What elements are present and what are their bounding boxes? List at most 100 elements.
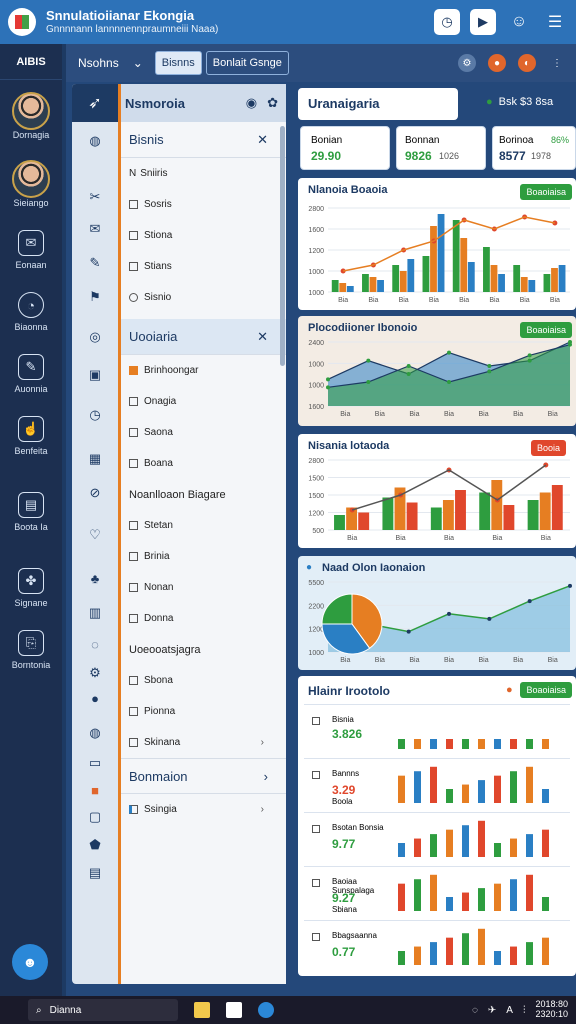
edit-icon[interactable]: ✎ (86, 254, 104, 272)
rail-item-2[interactable]: ✉ Eonaan (0, 230, 62, 270)
kpi-card[interactable]: Bonian 29.90 (300, 126, 390, 170)
row-checkbox[interactable] (312, 771, 320, 779)
list-item[interactable]: Sosris (121, 189, 286, 220)
rail-item-8[interactable]: ⎘ Borntonia (0, 630, 62, 670)
browser-icon[interactable] (258, 1002, 274, 1018)
list-item[interactable]: Sisnio (121, 282, 286, 313)
rail-item-1[interactable]: Sieiango (0, 160, 62, 208)
badge-icon[interactable]: ● (86, 690, 104, 708)
mail-icon[interactable]: ✉ (86, 220, 104, 238)
volume-icon[interactable]: ⫶ (523, 1005, 526, 1016)
row-checkbox[interactable] (312, 717, 320, 725)
list-item[interactable]: Donna (121, 603, 286, 634)
list-item[interactable]: Skinana › (121, 727, 286, 758)
store-icon[interactable] (226, 1002, 242, 1018)
notification-icon[interactable]: ☺ (506, 9, 532, 35)
scrollbar[interactable] (280, 126, 285, 366)
list-item[interactable]: N Sniiris (121, 158, 286, 189)
refresh-icon[interactable]: ◍ (86, 724, 104, 742)
checkbox[interactable] (129, 521, 138, 530)
list-item[interactable]: Onagia (121, 386, 286, 417)
chevron-right-icon[interactable]: › (261, 737, 264, 748)
clock[interactable]: 2018:80 2320:10 (535, 999, 568, 1020)
workspace-select[interactable]: Nsohns (78, 56, 119, 70)
rail-item-5[interactable]: ☝ Benfeita (0, 416, 62, 456)
checkbox[interactable] (129, 805, 138, 814)
checkbox[interactable] (129, 707, 138, 716)
tab-business[interactable]: Bisnns (154, 51, 202, 75)
close-icon[interactable]: ✕ (257, 132, 268, 148)
checkbox[interactable] (129, 552, 138, 561)
checkbox[interactable] (129, 614, 138, 623)
list-item[interactable]: Sbona (121, 665, 286, 696)
menu-icon[interactable]: ☰ (542, 9, 568, 35)
rail-item-0[interactable]: Dornagia (0, 92, 62, 140)
options-icon[interactable]: ✿ (267, 95, 278, 111)
list-item[interactable]: Stetan (121, 510, 286, 541)
people-icon[interactable]: ♣ (86, 570, 104, 588)
tab-report[interactable]: Bonlait Gsnge (205, 51, 289, 75)
row-checkbox[interactable] (312, 933, 320, 941)
list-item[interactable]: Stiona (121, 220, 286, 251)
orange-icon[interactable]: ■ (86, 782, 104, 800)
rail-item-6[interactable]: ▤ Boota Ia (0, 492, 62, 532)
time-icon[interactable]: ◷ (86, 406, 104, 424)
kpi-card[interactable]: Borinoa 86% 8577 1978 (492, 126, 576, 170)
network-icon[interactable]: ◌ (472, 1005, 478, 1016)
rail-item-3[interactable]: ◔ Biaonna (0, 292, 62, 332)
camera-button[interactable]: ▶ (470, 9, 496, 35)
chevron-icon[interactable]: › (264, 769, 268, 784)
chevron-right-icon[interactable]: › (261, 804, 264, 815)
checkbox[interactable] (129, 366, 138, 375)
gear-icon[interactable]: ⚙ (86, 664, 104, 682)
checkbox[interactable] (129, 231, 138, 240)
table-row[interactable]: Bsotan Bonsia 9.77 (304, 812, 570, 862)
table-badge[interactable]: Boaoiaisa (520, 682, 572, 698)
more-icon[interactable]: ⋮ (548, 54, 566, 72)
target-icon[interactable]: ◎ (86, 328, 104, 346)
close-icon[interactable]: ✕ (257, 329, 268, 345)
checkbox[interactable] (129, 428, 138, 437)
table-row[interactable]: Bannns 3.29 Boola (304, 758, 570, 808)
list-item[interactable]: Pionna (121, 696, 286, 727)
window-icon[interactable]: ▢ (86, 808, 104, 826)
chevron-down-icon[interactable]: ⌄ (133, 56, 143, 70)
alert-icon[interactable]: ● (488, 54, 506, 72)
shield-icon[interactable]: ⬟ (86, 836, 104, 854)
inbox-icon[interactable]: ▭ (86, 754, 104, 772)
rail-item-4[interactable]: ✎ Auonnia (0, 354, 62, 394)
list-icon[interactable]: ▤ (86, 864, 104, 882)
kpi-card[interactable]: Bonnan 9826 1026 (396, 126, 486, 170)
chat-icon[interactable]: ◌ (86, 636, 104, 654)
checkbox[interactable] (129, 262, 138, 271)
checkbox[interactable] (129, 293, 138, 302)
checkbox[interactable] (129, 200, 138, 209)
row-checkbox[interactable] (312, 825, 320, 833)
clock-button[interactable]: ◷ (434, 9, 460, 35)
flag-icon[interactable]: ⚑ (86, 288, 104, 306)
language-icon[interactable]: A (506, 1005, 513, 1016)
list-item[interactable]: Noanlloaon Biagare (121, 479, 286, 510)
folder-icon[interactable] (194, 1002, 210, 1018)
box-icon[interactable]: ▦ (86, 450, 104, 468)
pin-icon[interactable]: ➶ (72, 84, 118, 122)
checkbox[interactable] (129, 397, 138, 406)
section-header[interactable]: Bisnis ✕ (121, 122, 286, 158)
row-checkbox[interactable] (312, 879, 320, 887)
list-item[interactable]: Ssingia › (121, 794, 286, 825)
list-item[interactable]: Brinia (121, 541, 286, 572)
wifi-icon[interactable]: ✈ (488, 1005, 496, 1016)
checkbox[interactable] (129, 676, 138, 685)
table-row[interactable]: Bisnia 3.826 (304, 704, 570, 754)
list-item[interactable]: Brinhoongar (121, 355, 286, 386)
image-icon[interactable]: ▣ (86, 366, 104, 384)
list-item[interactable]: Saona (121, 417, 286, 448)
list-item[interactable]: Nonan (121, 572, 286, 603)
checkbox[interactable] (129, 459, 138, 468)
heart-icon[interactable]: ♡ (86, 526, 104, 544)
settings-icon[interactable]: ⚙ (458, 54, 476, 72)
list-item[interactable]: Uoeooatsjagra (121, 634, 286, 665)
list-item[interactable]: Boana (121, 448, 286, 479)
rail-item-7[interactable]: ✤ Signane (0, 568, 62, 608)
info-icon[interactable]: ◉ (246, 95, 257, 111)
